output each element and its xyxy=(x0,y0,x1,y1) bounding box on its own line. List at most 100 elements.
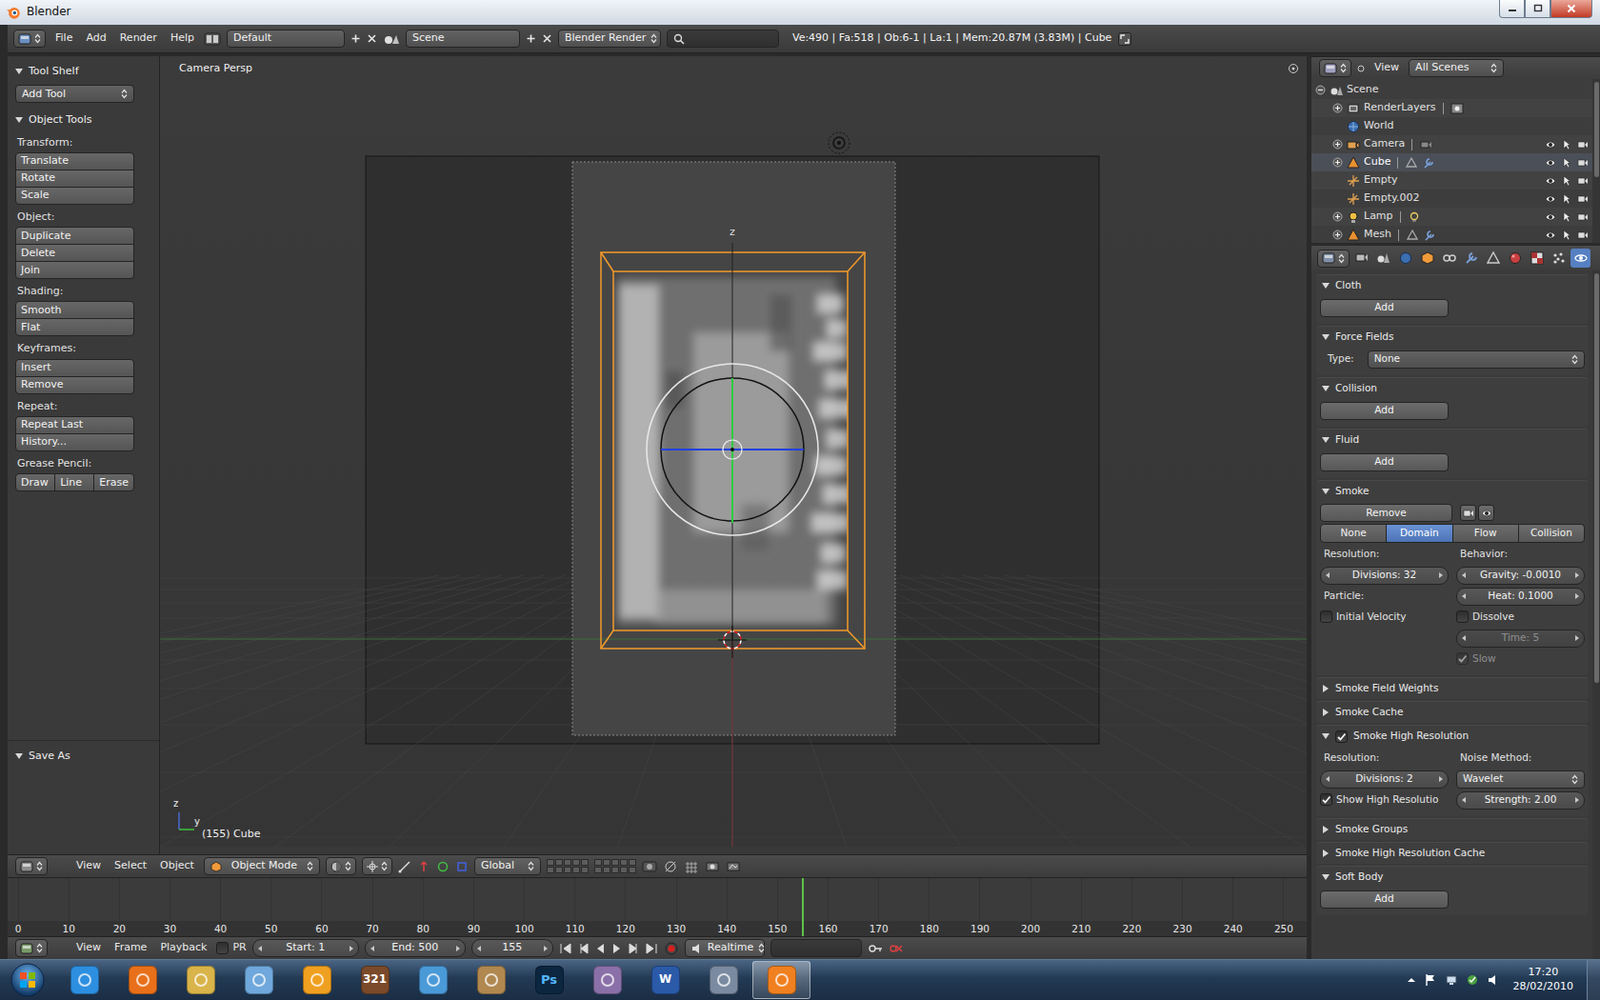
expand-toggle[interactable] xyxy=(1332,229,1343,240)
outliner-item[interactable]: Empty.002 xyxy=(1311,189,1593,208)
taskbar-button[interactable] xyxy=(752,960,811,1000)
context-tab[interactable] xyxy=(1482,248,1503,268)
context-tab[interactable] xyxy=(1373,248,1394,268)
outliner-filter-dropdown[interactable]: All Scenes xyxy=(1408,59,1504,78)
delete-key-icon[interactable] xyxy=(888,941,904,956)
type-tab[interactable]: Domain xyxy=(1385,523,1453,543)
editor-type-button[interactable] xyxy=(1317,249,1350,268)
context-tab[interactable] xyxy=(1526,248,1547,268)
layer-button[interactable] xyxy=(572,859,580,866)
object-tools-header[interactable]: Object Tools xyxy=(7,110,160,130)
region-toggle-icon[interactable] xyxy=(1287,61,1300,76)
menu-item[interactable]: Select xyxy=(110,859,151,873)
panel-header[interactable]: Smoke High Resolution Cache xyxy=(1316,842,1589,864)
layer-button[interactable] xyxy=(602,866,611,874)
preview-range-checkbox[interactable] xyxy=(216,941,229,955)
menu-item[interactable]: View xyxy=(72,940,105,955)
add-scene-icon[interactable] xyxy=(525,33,537,44)
taskbar-button[interactable] xyxy=(171,960,230,1000)
select-arrow-icon[interactable] xyxy=(1560,139,1573,151)
context-tab[interactable] xyxy=(1439,248,1460,268)
taskbar-button[interactable] xyxy=(287,960,346,1000)
start-button[interactable] xyxy=(0,961,56,999)
playhead[interactable] xyxy=(801,878,804,937)
select-arrow-icon[interactable] xyxy=(1560,211,1573,223)
outliner-label[interactable]: Cube xyxy=(1363,155,1391,169)
panel-checkbox[interactable] xyxy=(1335,730,1348,743)
outliner-item[interactable]: Empty xyxy=(1311,171,1593,190)
checkbox-option[interactable]: Dissolve xyxy=(1456,610,1585,624)
eye-icon[interactable] xyxy=(1544,193,1557,205)
render-engine-dropdown[interactable]: Blender Render xyxy=(558,29,661,48)
layer-button[interactable] xyxy=(572,866,580,874)
start-frame-field[interactable]: Start: 1 xyxy=(252,939,360,958)
taskbar-button[interactable]: Ps xyxy=(520,960,579,1000)
next-key-icon[interactable] xyxy=(627,941,641,956)
panel-header[interactable]: Smoke Cache xyxy=(1316,701,1589,723)
view-toggle[interactable] xyxy=(1478,504,1495,521)
panel-toggle[interactable] xyxy=(1322,825,1329,834)
clock[interactable]: 17:2028/02/2010 xyxy=(1507,965,1580,995)
render-camera-icon[interactable] xyxy=(1577,175,1589,187)
outliner-label[interactable]: RenderLayers xyxy=(1363,100,1437,115)
delete-layout-icon[interactable] xyxy=(366,33,378,44)
outliner-item[interactable]: World xyxy=(1311,117,1593,136)
type-tab[interactable]: Flow xyxy=(1452,523,1520,543)
dropdown[interactable]: Wavelet xyxy=(1456,770,1585,789)
expand-toggle[interactable] xyxy=(1332,211,1343,222)
layer-button[interactable] xyxy=(602,859,611,866)
editor-type-button[interactable] xyxy=(15,939,48,958)
search-field[interactable] xyxy=(666,29,780,48)
action-center-flag-icon[interactable] xyxy=(1423,973,1438,987)
add-button[interactable]: Add xyxy=(1320,453,1449,472)
tool-button[interactable]: Insert xyxy=(15,359,135,378)
tool-button[interactable]: Rotate xyxy=(15,169,135,188)
render-camera-icon[interactable] xyxy=(1577,229,1589,241)
orientation-dropdown[interactable]: Global xyxy=(474,857,541,876)
layer-button[interactable] xyxy=(611,866,620,874)
collapse-menu-icon[interactable] xyxy=(1357,64,1365,73)
type-tab[interactable]: None xyxy=(1320,523,1387,543)
layer-button[interactable] xyxy=(580,866,589,874)
screen-layout-icon[interactable] xyxy=(203,32,221,46)
select-arrow-icon[interactable] xyxy=(1560,157,1573,169)
mode-dropdown[interactable]: Object Mode xyxy=(203,857,320,876)
eye-icon[interactable] xyxy=(1544,157,1557,169)
layer-button[interactable] xyxy=(563,866,572,874)
render-preview-icon[interactable] xyxy=(704,860,720,874)
number-field[interactable]: Heat: 0.1000 xyxy=(1456,587,1585,606)
tool-button[interactable]: Join xyxy=(15,260,135,280)
show-hidden-icon[interactable] xyxy=(1406,975,1417,985)
save-as-header[interactable]: Save As xyxy=(7,746,160,766)
tool-button[interactable]: Translate xyxy=(15,152,135,171)
manipulator-icon[interactable] xyxy=(417,860,431,874)
jump-end-icon[interactable] xyxy=(644,941,659,956)
timeline[interactable]: 0102030405060708090100110120130140150160… xyxy=(7,877,1307,937)
menu-item[interactable]: View xyxy=(1370,60,1403,75)
taskbar-button[interactable]: W xyxy=(636,960,695,1000)
close-button[interactable] xyxy=(1550,0,1593,19)
context-tab[interactable] xyxy=(1570,248,1591,268)
number-field[interactable]: Divisions: 32 xyxy=(1320,566,1449,585)
grease-pencil-button[interactable]: Erase xyxy=(93,473,135,492)
context-tab[interactable] xyxy=(1351,248,1372,268)
panel-toggle[interactable] xyxy=(1321,334,1330,340)
editor-type-button[interactable] xyxy=(13,29,46,48)
eye-icon[interactable] xyxy=(1544,175,1557,187)
proportional-edit-icon[interactable] xyxy=(641,860,658,874)
checkbox-option[interactable]: Initial Velocity xyxy=(1320,610,1449,624)
render-camera-icon[interactable] xyxy=(1577,139,1589,151)
context-tab[interactable] xyxy=(1504,248,1525,268)
tool-button[interactable]: Duplicate xyxy=(15,226,135,245)
taskbar-button[interactable] xyxy=(578,960,637,1000)
context-tab[interactable] xyxy=(1460,248,1481,268)
menu-item[interactable]: View xyxy=(72,859,105,873)
snap-icon[interactable] xyxy=(683,860,700,874)
outliner-item[interactable]: Scene xyxy=(1311,80,1593,100)
outliner-item[interactable]: Lamp xyxy=(1311,207,1593,226)
taskbar-button[interactable] xyxy=(403,960,462,1000)
taskbar-button[interactable] xyxy=(694,960,753,1000)
panel-header[interactable]: Smoke Groups xyxy=(1316,819,1589,840)
delete-scene-icon[interactable] xyxy=(541,33,553,44)
taskbar-button[interactable]: 321 xyxy=(345,960,404,1000)
